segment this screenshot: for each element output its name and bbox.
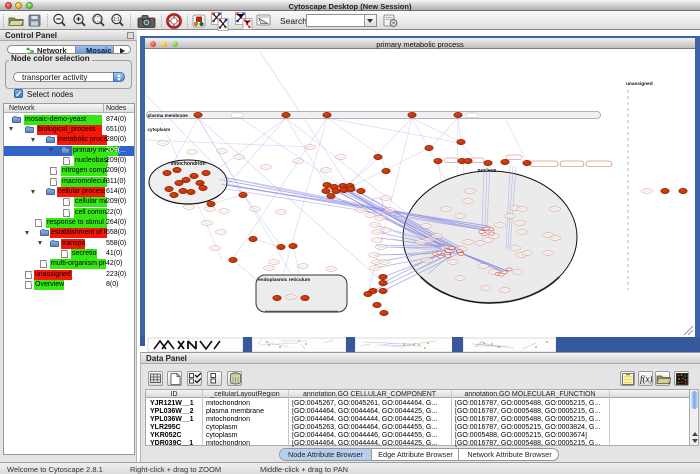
svg-text:f(x): f(x) [640,374,652,384]
svg-text:plasma membrane: plasma membrane [148,113,189,118]
svg-text:endoplasmic reticulum: endoplasmic reticulum [258,277,310,283]
svg-text:cytoplasm: cytoplasm [148,127,171,132]
svg-text:mitochondrion: mitochondrion [171,161,206,167]
svg-text:unassigned: unassigned [626,81,653,87]
svg-text:1:1: 1:1 [113,17,120,23]
